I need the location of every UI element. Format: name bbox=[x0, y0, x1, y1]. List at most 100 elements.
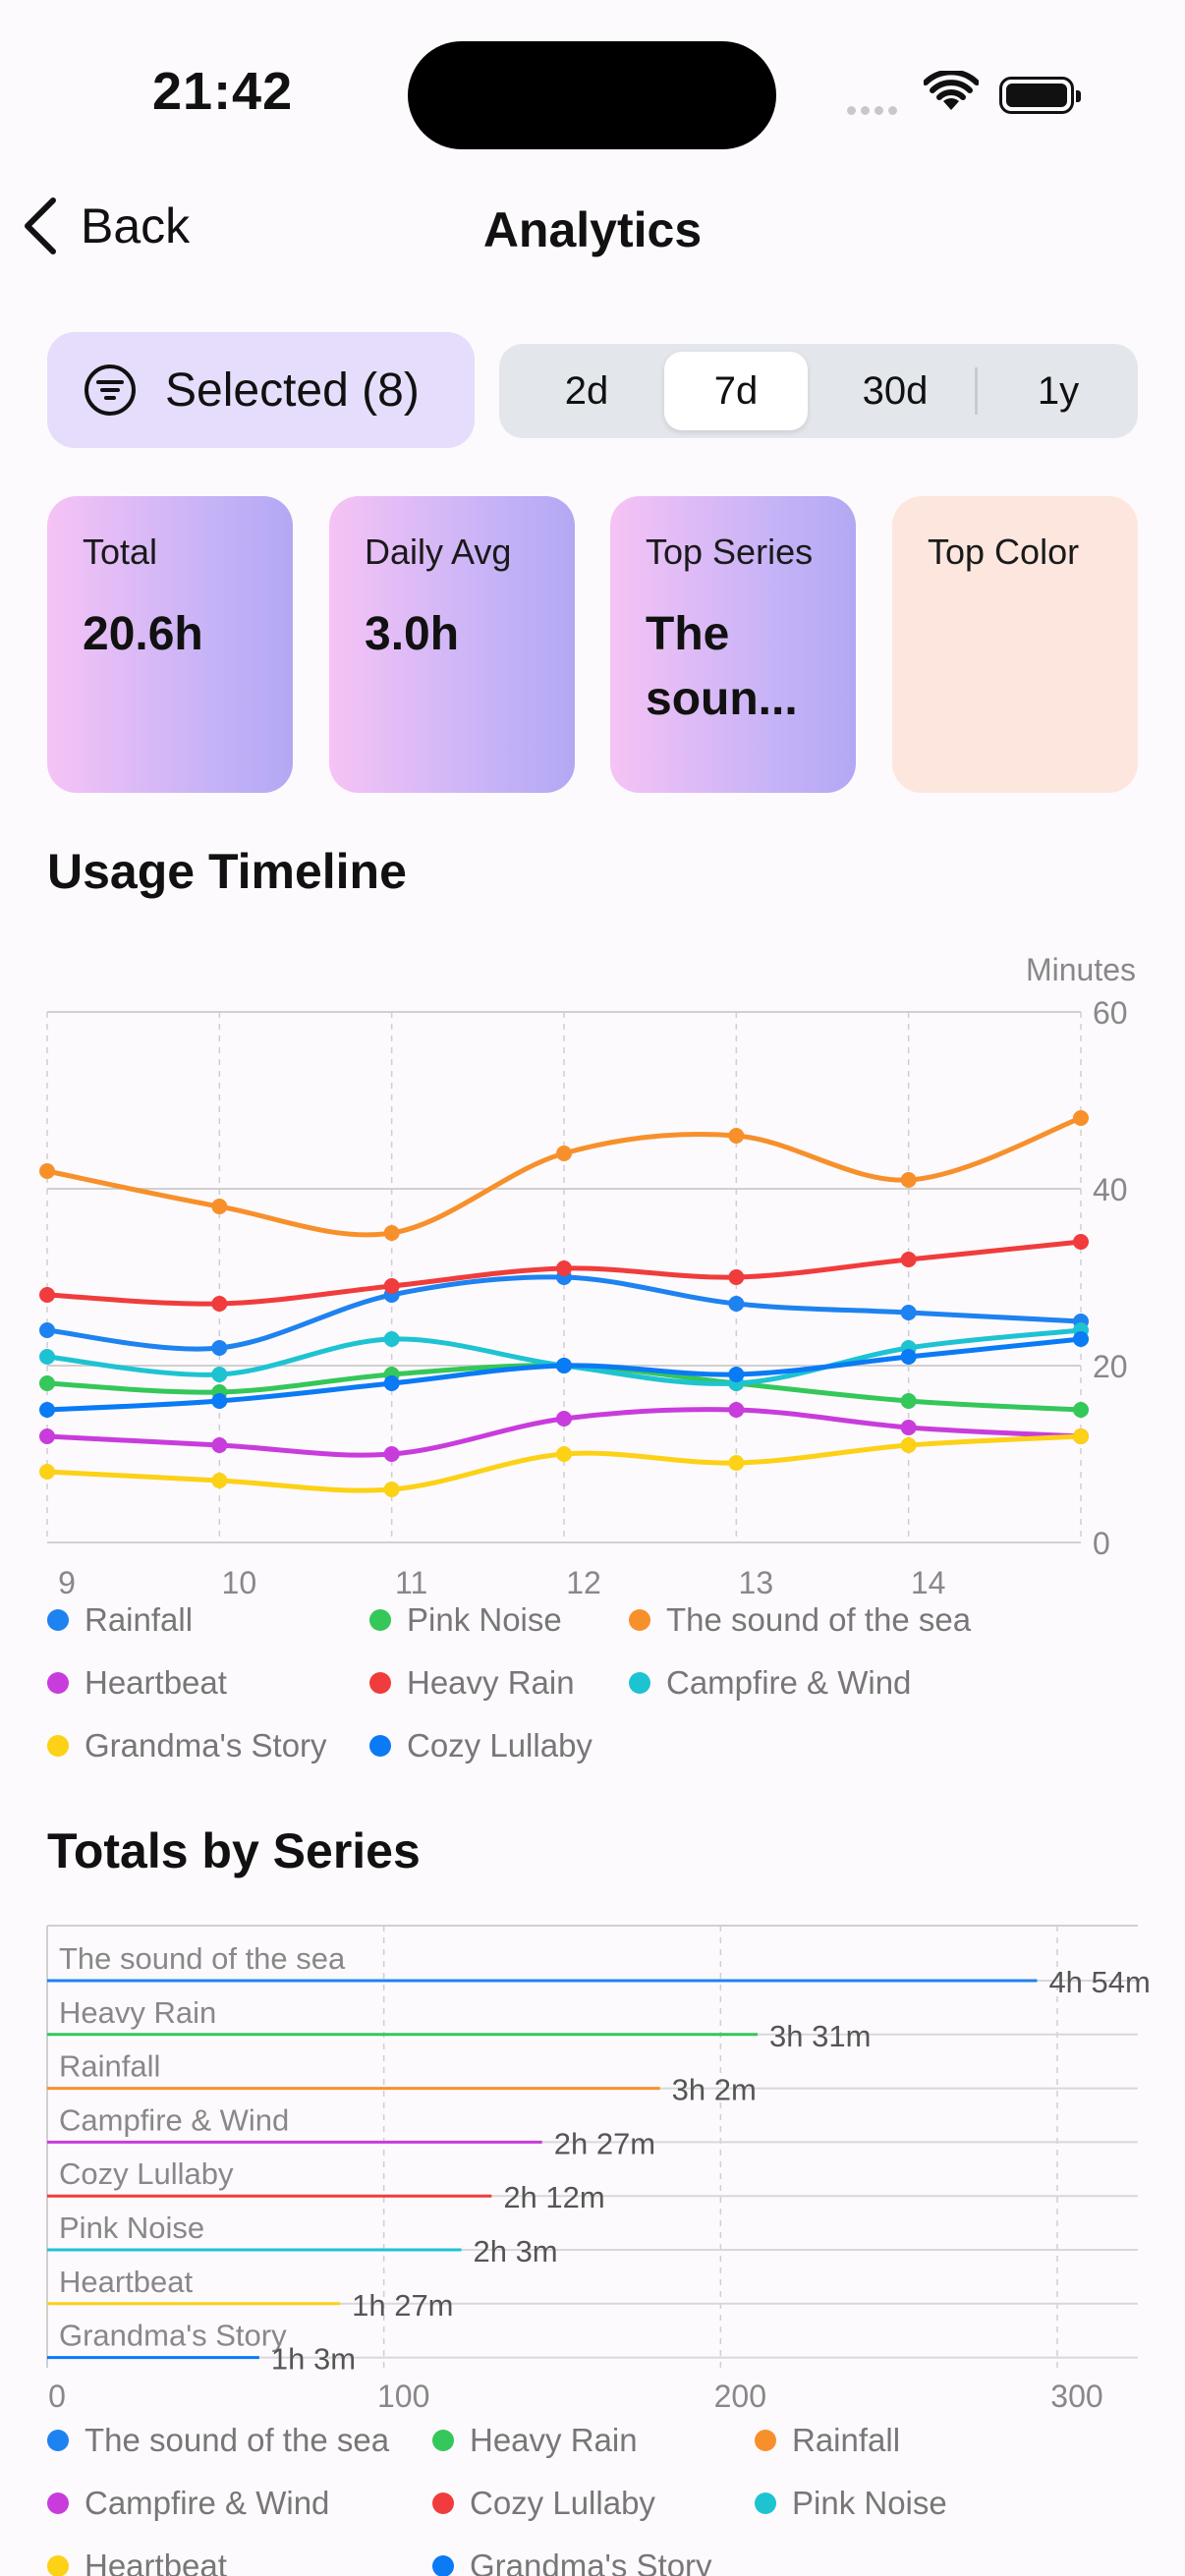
legend-label: Rainfall bbox=[85, 1601, 194, 1638]
data-point bbox=[383, 1278, 400, 1294]
selected-series-button[interactable]: Selected (8) bbox=[47, 332, 475, 448]
legend-item: Pink Noise bbox=[755, 2485, 947, 2522]
data-point bbox=[900, 1305, 917, 1320]
selected-label: Selected (8) bbox=[165, 364, 420, 417]
dynamic-island bbox=[408, 41, 776, 149]
value-label: 2h 3m bbox=[473, 2234, 557, 2268]
range-option-2d[interactable]: 2d bbox=[515, 352, 658, 430]
value-label: 4h 54m bbox=[1048, 1965, 1150, 1999]
card-value: 3.0h bbox=[365, 608, 460, 660]
legend-label: Cozy Lullaby bbox=[470, 2485, 655, 2521]
legend-item: Rainfall bbox=[755, 2422, 900, 2459]
data-point bbox=[39, 1287, 55, 1303]
top-series-card: Top Series The soun... bbox=[610, 496, 856, 793]
category-label: Campfire & Wind bbox=[59, 2102, 289, 2137]
legend-dot bbox=[369, 1609, 391, 1631]
data-point bbox=[556, 1146, 572, 1161]
data-point bbox=[1073, 1234, 1089, 1250]
x-tick-label: 0 bbox=[48, 2379, 66, 2414]
usage-timeline-legend: Rainfall Pink Noise The sound of the sea He… bbox=[0, 1601, 1185, 1778]
data-point bbox=[728, 1455, 745, 1471]
legend-label: Campfire & Wind bbox=[666, 1664, 912, 1701]
y-axis-unit-label: Minutes bbox=[1026, 952, 1136, 987]
total-card: Total 20.6h bbox=[47, 496, 293, 793]
data-point bbox=[900, 1252, 917, 1267]
data-point bbox=[556, 1260, 572, 1276]
category-label: Heavy Rain bbox=[59, 1995, 216, 2030]
value-label: 3h 31m bbox=[769, 2019, 871, 2053]
value-label: 3h 2m bbox=[672, 2073, 757, 2107]
data-point bbox=[211, 1340, 228, 1356]
legend-label: Heartbeat bbox=[85, 1664, 227, 1701]
legend-item: Heartbeat bbox=[47, 1664, 227, 1702]
segment-divider bbox=[975, 367, 978, 415]
page-title: Analytics bbox=[482, 202, 703, 257]
data-point bbox=[39, 1163, 55, 1179]
data-point bbox=[211, 1437, 228, 1453]
data-point bbox=[39, 1402, 55, 1418]
legend-dot bbox=[47, 1609, 69, 1631]
legend-dot bbox=[755, 2492, 776, 2514]
data-point bbox=[556, 1446, 572, 1462]
legend-dot bbox=[629, 1609, 650, 1631]
data-point bbox=[211, 1367, 228, 1382]
x-tick-label: 11 bbox=[395, 1565, 427, 1600]
category-label: Grandma's Story bbox=[59, 2319, 287, 2353]
legend-label: Cozy Lullaby bbox=[407, 1727, 592, 1764]
x-tick-label: 100 bbox=[377, 2379, 429, 2414]
legend-dot bbox=[432, 2555, 454, 2576]
data-point bbox=[383, 1331, 400, 1347]
top-color-card: Top Color bbox=[892, 496, 1138, 793]
data-point bbox=[900, 1349, 917, 1365]
data-point bbox=[39, 1349, 55, 1365]
card-value: The soun... bbox=[646, 608, 798, 725]
x-tick-label: 200 bbox=[714, 2379, 766, 2414]
value-label: 1h 3m bbox=[271, 2342, 356, 2377]
usage-timeline-title: Usage Timeline bbox=[47, 844, 407, 899]
card-label: Top Color bbox=[928, 532, 1080, 572]
filter-icon bbox=[85, 364, 136, 416]
legend-item: Grandma's Story bbox=[47, 1727, 327, 1764]
x-tick-label: 13 bbox=[739, 1565, 774, 1600]
data-point bbox=[900, 1420, 917, 1435]
legend-dot bbox=[369, 1672, 391, 1694]
data-point bbox=[211, 1473, 228, 1488]
legend-dot bbox=[629, 1672, 650, 1694]
data-point bbox=[39, 1375, 55, 1391]
legend-dot bbox=[369, 1735, 391, 1757]
data-point bbox=[556, 1358, 572, 1373]
category-label: Rainfall bbox=[59, 2049, 160, 2084]
legend-label: Heartbeat bbox=[85, 2548, 227, 2576]
daily-avg-card: Daily Avg 3.0h bbox=[329, 496, 575, 793]
data-point bbox=[383, 1482, 400, 1497]
data-point bbox=[1073, 1331, 1089, 1347]
value-label: 2h 27m bbox=[554, 2126, 655, 2160]
range-option-7d[interactable]: 7d bbox=[664, 352, 808, 430]
battery-icon bbox=[999, 77, 1081, 114]
data-point bbox=[1073, 1402, 1089, 1418]
range-option-30d[interactable]: 30d bbox=[823, 352, 967, 430]
data-point bbox=[1073, 1110, 1089, 1126]
value-label: 1h 27m bbox=[352, 2288, 453, 2323]
usage-timeline-chart: Minutes 0 20 40 60 9 10 11 12 13 14 bbox=[39, 952, 1136, 1600]
legend-item: The sound of the sea bbox=[629, 1601, 971, 1639]
legend-label: Grandma's Story bbox=[85, 1727, 327, 1764]
data-point bbox=[39, 1464, 55, 1480]
range-segmented-control: 2d 7d 30d 1y bbox=[499, 344, 1138, 438]
card-label: Top Series bbox=[646, 532, 814, 572]
data-point bbox=[728, 1402, 745, 1418]
data-point bbox=[211, 1393, 228, 1409]
legend-label: Heavy Rain bbox=[470, 2422, 638, 2458]
card-label: Daily Avg bbox=[365, 532, 512, 572]
data-point bbox=[211, 1296, 228, 1312]
legend-dot bbox=[47, 1735, 69, 1757]
x-tick-label: 10 bbox=[222, 1565, 257, 1600]
card-value: 20.6h bbox=[83, 608, 203, 660]
range-option-1y[interactable]: 1y bbox=[987, 352, 1130, 430]
category-label: The sound of the sea bbox=[59, 1941, 346, 1976]
legend-label: Grandma's Story bbox=[470, 2548, 712, 2576]
legend-label: Rainfall bbox=[792, 2422, 901, 2458]
legend-item: Heavy Rain bbox=[432, 2422, 638, 2459]
data-point bbox=[900, 1172, 917, 1188]
y-tick-label: 0 bbox=[1093, 1526, 1110, 1561]
